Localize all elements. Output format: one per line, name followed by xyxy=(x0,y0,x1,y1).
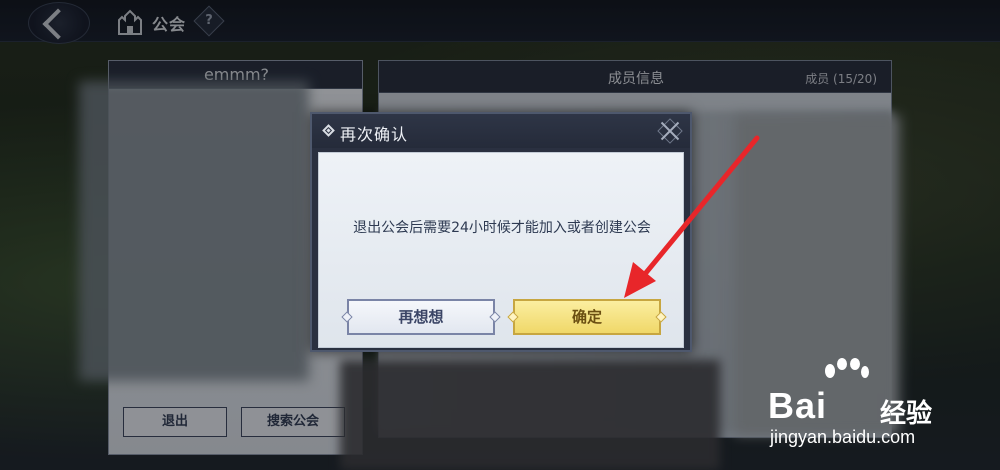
watermark-logo-cn: 经验 xyxy=(880,399,933,429)
reconsider-button[interactable]: 再想想 xyxy=(341,299,501,335)
dialog-title: 再次确认 xyxy=(340,125,409,144)
gem-left-icon xyxy=(341,311,353,323)
gem-right-icon xyxy=(489,311,501,323)
gem-right-icon xyxy=(655,311,667,323)
confirm-button[interactable]: 确定 xyxy=(507,299,667,335)
baidu-jingyan-watermark: Bai 经验 jingyan.baidu.com xyxy=(760,355,990,455)
reconsider-button-label: 再想想 xyxy=(398,308,444,326)
gem-left-icon xyxy=(507,311,519,323)
paw-icon xyxy=(825,358,869,378)
dialog-header: 再次确认 xyxy=(312,114,690,148)
confirm-dialog: 再次确认 退出公会后需要24小时候才能加入或者创建公会 再想想 确定 xyxy=(310,112,692,352)
confirm-button-label: 确定 xyxy=(571,308,602,326)
dialog-message: 退出公会后需要24小时候才能加入或者创建公会 xyxy=(353,220,651,236)
dialog-body: 退出公会后需要24小时候才能加入或者创建公会 再想想 确定 xyxy=(318,152,684,348)
watermark-url: jingyan.baidu.com xyxy=(770,427,916,447)
diamond-icon xyxy=(322,124,335,137)
close-button[interactable] xyxy=(656,117,684,145)
watermark-logo: Bai xyxy=(768,385,828,426)
